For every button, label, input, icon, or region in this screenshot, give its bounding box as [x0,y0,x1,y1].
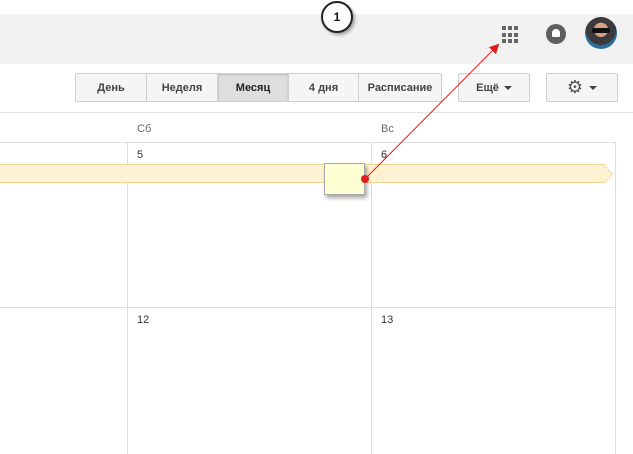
more-button[interactable]: Ещё [458,73,530,102]
grid-line [615,142,616,454]
toolbar-divider [0,112,633,113]
caret-down-icon [589,85,598,90]
gear-icon: ⚙ [566,76,584,98]
day-number[interactable]: 6 [381,149,387,161]
view-day-button[interactable]: День [76,74,147,101]
day-number[interactable]: 13 [381,314,393,326]
apps-grid-icon[interactable] [502,26,520,44]
weekday-saturday: Сб [137,123,152,135]
annotation-arrow [361,43,500,183]
grid-line [371,142,372,454]
view-switcher: День Неделя Месяц 4 дня Расписание [75,73,442,102]
avatar[interactable] [585,17,617,49]
event-bar[interactable] [0,164,605,183]
grid-line [0,307,615,308]
grid-line [0,142,615,143]
annotation-note-box [324,163,365,195]
top-bar [0,14,633,64]
view-4days-button[interactable]: 4 дня [289,74,359,101]
event-continues-arrow-fill [604,165,612,183]
view-schedule-button[interactable]: Расписание [359,74,441,101]
view-week-button[interactable]: Неделя [147,74,218,101]
day-number[interactable]: 5 [137,149,143,161]
caret-down-icon [503,85,512,90]
view-month-button[interactable]: Месяц [218,74,289,101]
more-button-label: Ещё [476,81,499,94]
notifications-icon[interactable] [546,24,566,44]
settings-button[interactable]: ⚙ [546,73,618,102]
weekday-sunday: Вс [381,123,394,135]
annotation-callout: 1 [321,1,353,33]
day-number[interactable]: 12 [137,314,149,326]
grid-line [127,142,128,454]
